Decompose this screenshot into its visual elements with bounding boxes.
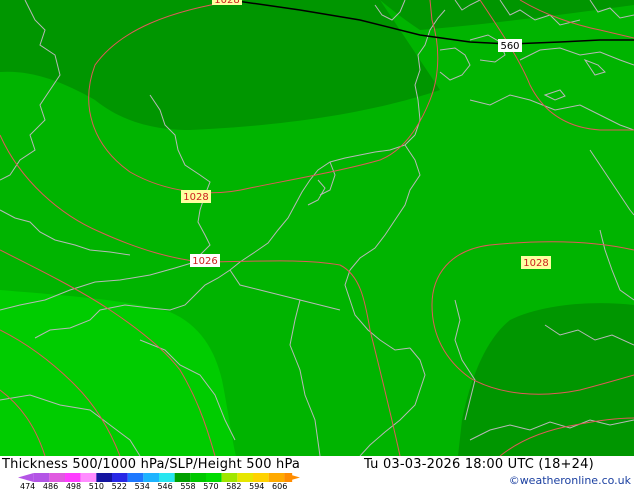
scale-swatch — [206, 473, 222, 482]
scale-swatch — [33, 473, 50, 482]
scale-swatch — [190, 473, 206, 482]
svg-text:1026: 1026 — [192, 256, 217, 267]
svg-text:1028: 1028 — [523, 258, 548, 269]
scale-swatch — [268, 473, 285, 482]
svg-text:560: 560 — [500, 41, 519, 52]
scale-swatch — [96, 473, 112, 482]
credit-link[interactable]: ©weatheronline.co.uk — [509, 474, 631, 487]
scale-swatch — [112, 473, 128, 482]
contour-label-1028-east: 1028 — [521, 256, 551, 269]
svg-text:1028: 1028 — [183, 192, 208, 203]
svg-text:1028: 1028 — [214, 0, 239, 6]
scale-swatch — [65, 473, 81, 482]
contour-label-1026: 1026 — [190, 254, 220, 267]
weather-map: 1028 1028 1026 1028 560 — [0, 0, 634, 456]
map-canvas: 1028 1028 1026 1028 560 — [0, 0, 634, 456]
valid-time: Tu 03-03-2026 18:00 UTC (18+24) — [364, 457, 594, 472]
scale-swatch — [127, 473, 144, 482]
scale-swatch — [80, 473, 97, 482]
scale-swatch — [143, 473, 159, 482]
contour-label-560: 560 — [498, 39, 522, 52]
scale-swatch — [237, 473, 253, 482]
chart-title: Thickness 500/1000 hPa/SLP/Height 500 hP… — [2, 457, 301, 472]
scale-swatch — [221, 473, 238, 482]
scale-swatch — [49, 473, 65, 482]
map-footer: Thickness 500/1000 hPa/SLP/Height 500 hP… — [0, 456, 634, 491]
contour-label-1028-north: 1028 — [181, 190, 211, 203]
scale-swatch — [174, 473, 191, 482]
contour-label-1028-top: 1028 — [212, 0, 242, 6]
scale-arrow-left — [18, 473, 34, 482]
scale-swatch — [253, 473, 269, 482]
scale-swatch — [159, 473, 175, 482]
